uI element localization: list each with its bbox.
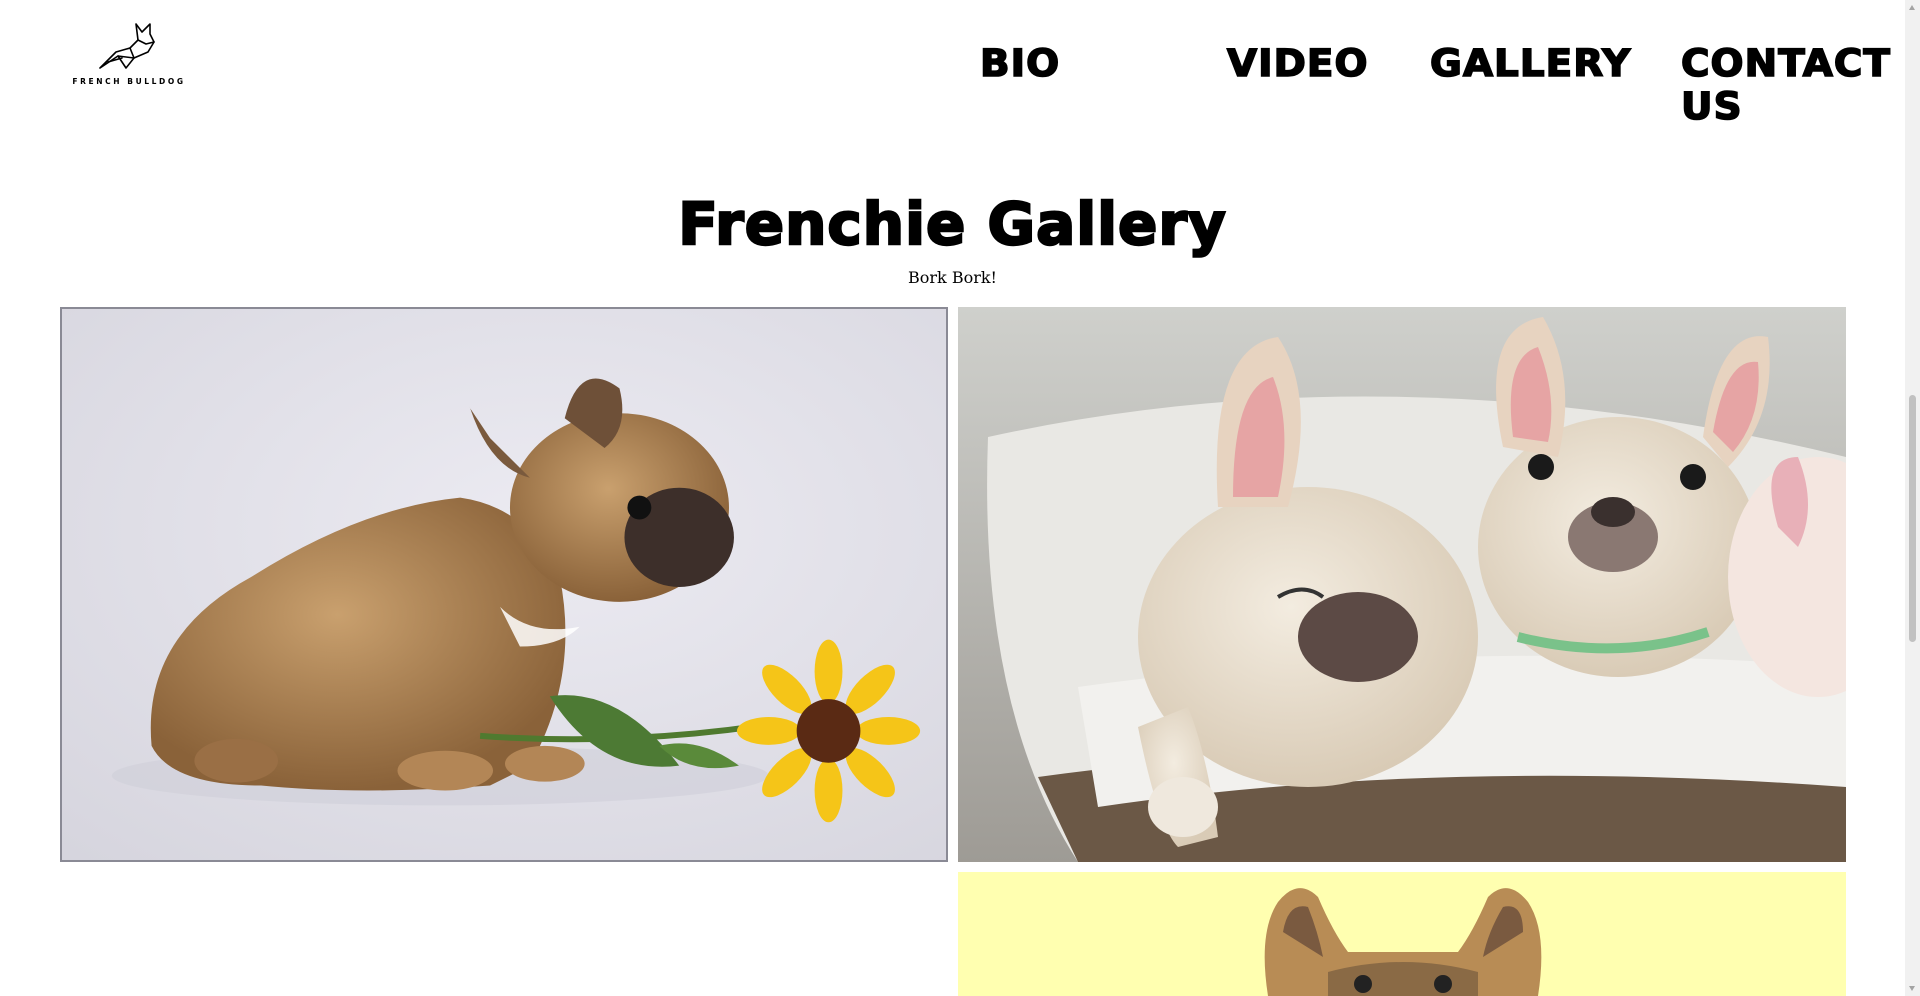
scroll-up-icon[interactable] bbox=[1909, 5, 1915, 10]
puppies-basket-image bbox=[958, 307, 1846, 862]
puppy-sunflower-image bbox=[62, 309, 946, 860]
scroll-thumb[interactable] bbox=[1909, 395, 1916, 642]
gallery-photo-puppy-sunflower[interactable] bbox=[60, 307, 948, 862]
nav-contact-us[interactable]: CONTACT US bbox=[1680, 41, 1905, 129]
scroll-down-icon[interactable] bbox=[1909, 986, 1915, 991]
page-title: Frenchie Gallery bbox=[677, 189, 1227, 259]
gallery-photo-puppies-basket[interactable] bbox=[958, 307, 1846, 862]
frenchie-yellow-image bbox=[958, 872, 1846, 996]
page: FRENCH BULLDOG BIO VIDEO GALLERY CONTACT… bbox=[0, 0, 1905, 996]
dog-line-icon bbox=[99, 23, 155, 69]
nav-video[interactable]: VIDEO bbox=[1226, 41, 1369, 86]
gallery-photo-frenchie-yellow[interactable] bbox=[958, 872, 1846, 996]
page-scrollbar[interactable] bbox=[1905, 0, 1920, 996]
nav-bio[interactable]: BIO bbox=[979, 41, 1060, 86]
nav-gallery[interactable]: GALLERY bbox=[1429, 41, 1631, 86]
logo-text: FRENCH BULLDOG bbox=[72, 77, 186, 86]
page-subtitle: Bork Bork! bbox=[908, 268, 997, 287]
site-logo[interactable]: FRENCH BULLDOG bbox=[70, 22, 188, 86]
